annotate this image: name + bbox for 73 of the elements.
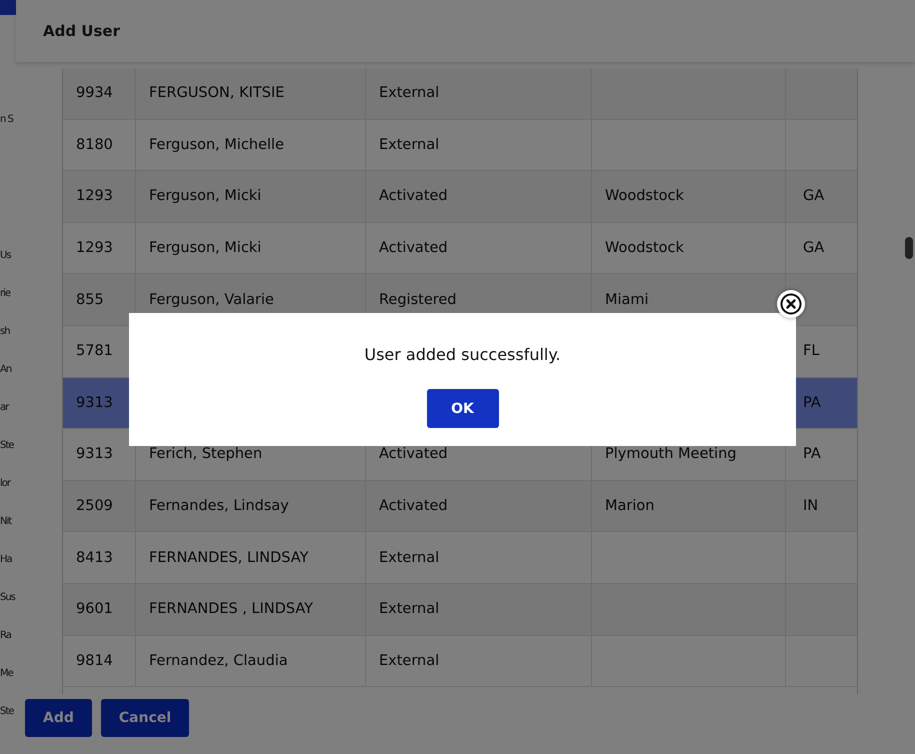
table-cell: Activated bbox=[379, 240, 448, 256]
table-row[interactable]: 9814 Fernandez, Claudia External bbox=[63, 636, 857, 688]
alert-message: User added successfully. bbox=[364, 345, 561, 364]
menu-text: rie bbox=[0, 287, 12, 301]
modal-title: Add User bbox=[43, 22, 120, 40]
table-row[interactable]: 8180 Ferguson, Michelle External bbox=[63, 120, 857, 172]
table-cell: Marion bbox=[605, 498, 654, 514]
menu-text: lor bbox=[0, 477, 12, 491]
table-cell: External bbox=[379, 652, 440, 669]
table-cell: FERGUSON, KITSIE bbox=[149, 85, 284, 102]
menu-text: Us bbox=[0, 249, 12, 263]
table-cell: 855 bbox=[76, 292, 104, 308]
table-cell: 9934 bbox=[76, 85, 113, 102]
table-cell: 8180 bbox=[76, 136, 113, 153]
table-row[interactable]: 1293 Ferguson, Micki Activated Woodstock GA bbox=[63, 171, 857, 223]
menu-text: Me bbox=[0, 667, 14, 681]
menu-text: Sus bbox=[0, 591, 16, 605]
table-cell: 9814 bbox=[76, 652, 113, 669]
table-cell: PA bbox=[803, 446, 821, 462]
menu-text: n S bbox=[0, 113, 14, 127]
table-cell: Woodstock bbox=[605, 188, 684, 204]
menu-text: Nit bbox=[0, 515, 13, 529]
table-cell: Miami bbox=[605, 292, 649, 308]
cancel-button[interactable]: Cancel bbox=[100, 699, 190, 737]
table-cell: 9601 bbox=[76, 601, 113, 618]
menu-text: An bbox=[0, 363, 12, 377]
table-cell: Ferguson, Valarie bbox=[149, 292, 274, 308]
table-cell: GA bbox=[803, 188, 824, 204]
table-cell: Ferguson, Micki bbox=[149, 188, 262, 204]
table-cell: IN bbox=[803, 498, 818, 514]
table-cell: Fernandez, Claudia bbox=[149, 652, 288, 669]
table-cell: 1293 bbox=[76, 188, 113, 204]
menu-text: Ste bbox=[0, 439, 15, 453]
table-cell: Ferguson, Micki bbox=[149, 240, 262, 256]
table-cell: Fernandes, Lindsay bbox=[149, 498, 289, 514]
table-cell: External bbox=[379, 136, 440, 153]
table-cell: Ferguson, Michelle bbox=[149, 136, 284, 153]
table-cell: PA bbox=[803, 394, 821, 411]
table-cell: Activated bbox=[379, 188, 448, 204]
table-cell: FL bbox=[803, 343, 820, 360]
table-cell: External bbox=[379, 550, 440, 566]
table-cell: Woodstock bbox=[605, 240, 684, 256]
table-row[interactable]: 9601 FERNANDES , LINDSAY External bbox=[63, 584, 857, 636]
table-cell: 1293 bbox=[76, 240, 113, 256]
table-cell: FERNANDES , LINDSAY bbox=[149, 601, 314, 618]
table-cell: 5781 bbox=[76, 343, 113, 360]
table-row[interactable]: 2509 Fernandes, Lindsay Activated Marion IN bbox=[63, 480, 857, 532]
menu-text: Ra bbox=[0, 629, 12, 643]
table-cell: 9313 bbox=[76, 446, 113, 462]
top-bar bbox=[0, 0, 16, 15]
table-cell: 8413 bbox=[76, 550, 113, 566]
table-cell: FERNANDES, LINDSAY bbox=[149, 550, 308, 566]
table-cell: External bbox=[379, 85, 440, 102]
table-row[interactable]: 8413 FERNANDES, LINDSAY External bbox=[63, 532, 857, 584]
table-cell: Activated bbox=[379, 498, 448, 514]
table-cell: 9313 bbox=[76, 394, 113, 411]
table-cell: GA bbox=[803, 240, 824, 256]
table-row[interactable]: 1293 Ferguson, Micki Activated Woodstock GA bbox=[63, 222, 857, 274]
menu-text: sh bbox=[0, 325, 11, 339]
scrollbar-thumb[interactable] bbox=[905, 237, 913, 259]
table-cell: Plymouth Meeting bbox=[605, 446, 736, 462]
table-cell: External bbox=[379, 601, 440, 618]
menu-text: ar bbox=[0, 401, 10, 415]
close-icon[interactable] bbox=[776, 289, 806, 319]
table-cell: Activated bbox=[379, 446, 448, 462]
table-cell: 2509 bbox=[76, 498, 113, 514]
ok-button[interactable]: OK bbox=[426, 389, 498, 428]
table-cell: Registered bbox=[379, 292, 457, 308]
add-button[interactable]: Add bbox=[25, 699, 92, 737]
table-row[interactable]: 9934 FERGUSON, KITSIE External bbox=[63, 68, 857, 120]
menu-text: Ha bbox=[0, 553, 13, 567]
menu-text: Ste bbox=[0, 705, 15, 719]
table-cell: Ferich, Stephen bbox=[149, 446, 262, 462]
